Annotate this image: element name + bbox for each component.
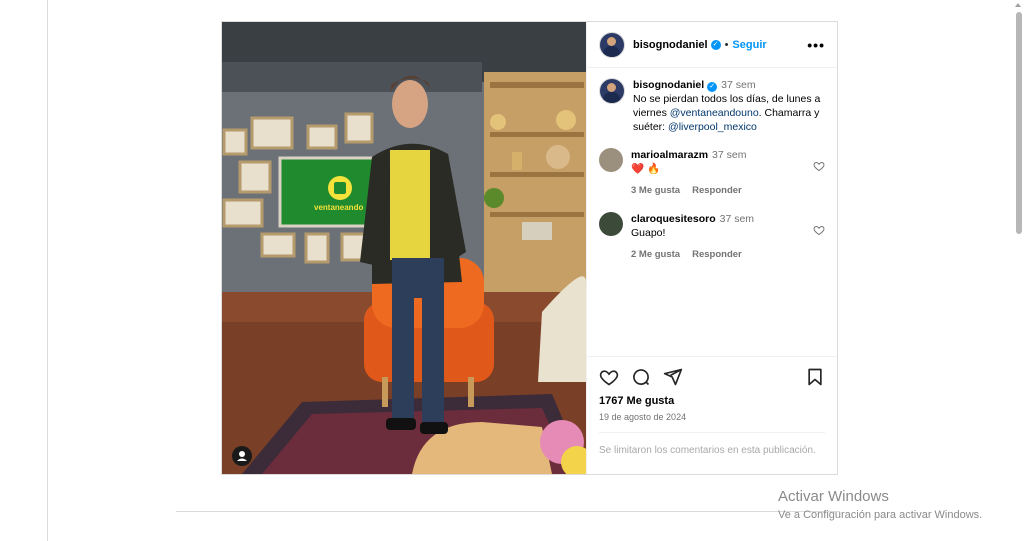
studio-photo-illustration: ventaneando <box>222 22 586 474</box>
comment-like-heart-icon[interactable] <box>813 160 825 172</box>
comment-likes[interactable]: 3 Me gusta <box>631 185 680 196</box>
reply-button[interactable]: Responder <box>692 185 742 196</box>
post-photo[interactable]: ventaneando <box>222 22 586 474</box>
scroll-thumb[interactable] <box>1016 12 1022 234</box>
reply-button[interactable]: Responder <box>692 249 742 260</box>
comment-time[interactable]: 37 sem <box>712 149 746 161</box>
author-username[interactable]: bisognodaniel <box>633 39 708 51</box>
likes-count[interactable]: 1767 Me gusta <box>599 395 825 407</box>
user-tag-icon[interactable] <box>232 446 252 466</box>
verified-badge-icon: ✓ <box>707 82 718 92</box>
comment-likes[interactable]: 2 Me gusta <box>631 249 680 260</box>
comment-item: claroquesitesoro 37 sem Guapo! 2 Me gusta… <box>599 212 825 262</box>
caption-time[interactable]: 37 sem <box>721 79 755 91</box>
comment-icon[interactable] <box>631 367 651 387</box>
caption-avatar[interactable] <box>599 78 625 104</box>
windows-activation-subtitle: Ve a Configuración para activar Windows. <box>778 509 983 521</box>
post-dialog: ventaneando bisognodaniel ✓ • Seguir •••… <box>221 21 838 475</box>
studio-sign-text: ventaneando <box>314 203 363 212</box>
post-date[interactable]: 19 de agosto de 2024 <box>599 412 825 422</box>
comment-text: ❤️ 🔥 <box>631 163 661 175</box>
share-icon[interactable] <box>663 367 683 387</box>
commenter-avatar[interactable] <box>599 148 623 172</box>
comment-username[interactable]: claroquesitesoro <box>631 213 716 225</box>
windows-activation-title: Activar Windows <box>778 488 889 505</box>
scroll-up-icon[interactable] <box>1015 3 1021 7</box>
caption-mention-liverpool[interactable]: @liverpool_mexico <box>668 121 757 133</box>
author-avatar[interactable] <box>599 31 625 58</box>
comments-limited-notice: Se limitaron los comentarios en esta pub… <box>599 432 825 456</box>
comment-time[interactable]: 37 sem <box>720 213 754 225</box>
heart-icon[interactable] <box>599 367 619 387</box>
caption: bisognodaniel ✓ 37 sem No se pierdan todos… <box>599 78 825 134</box>
page-scrollbar[interactable] <box>1014 0 1024 541</box>
comment-like-heart-icon[interactable] <box>813 224 825 236</box>
comment-text: Guapo! <box>631 227 666 239</box>
commenter-avatar[interactable] <box>599 212 623 236</box>
left-navigation-rail <box>47 0 48 541</box>
post-actions: 1767 Me gusta 19 de agosto de 2024 Se li… <box>587 356 837 474</box>
page-divider <box>176 511 840 512</box>
more-options-icon[interactable]: ••• <box>807 37 825 53</box>
caption-mention-ventaneando[interactable]: @ventaneandouno <box>670 107 759 119</box>
post-header: bisognodaniel ✓ • Seguir ••• <box>587 22 837 68</box>
comment-item: marioalmarazm 37 sem ❤️ 🔥 3 Me gusta Respo… <box>599 148 825 198</box>
follow-button[interactable]: Seguir <box>732 39 766 51</box>
header-separator: • <box>724 38 729 51</box>
post-side-panel: bisognodaniel ✓ • Seguir ••• bisognodani… <box>586 22 837 474</box>
verified-badge-icon: ✓ <box>710 39 721 50</box>
windows-activation-watermark: Activar Windows Ve a Configuración para … <box>778 488 982 521</box>
comment-username[interactable]: marioalmarazm <box>631 149 708 161</box>
caption-username[interactable]: bisognodaniel <box>633 79 704 91</box>
save-icon[interactable] <box>805 367 825 387</box>
comments-list: bisognodaniel ✓ 37 sem No se pierdan todos… <box>587 68 837 356</box>
